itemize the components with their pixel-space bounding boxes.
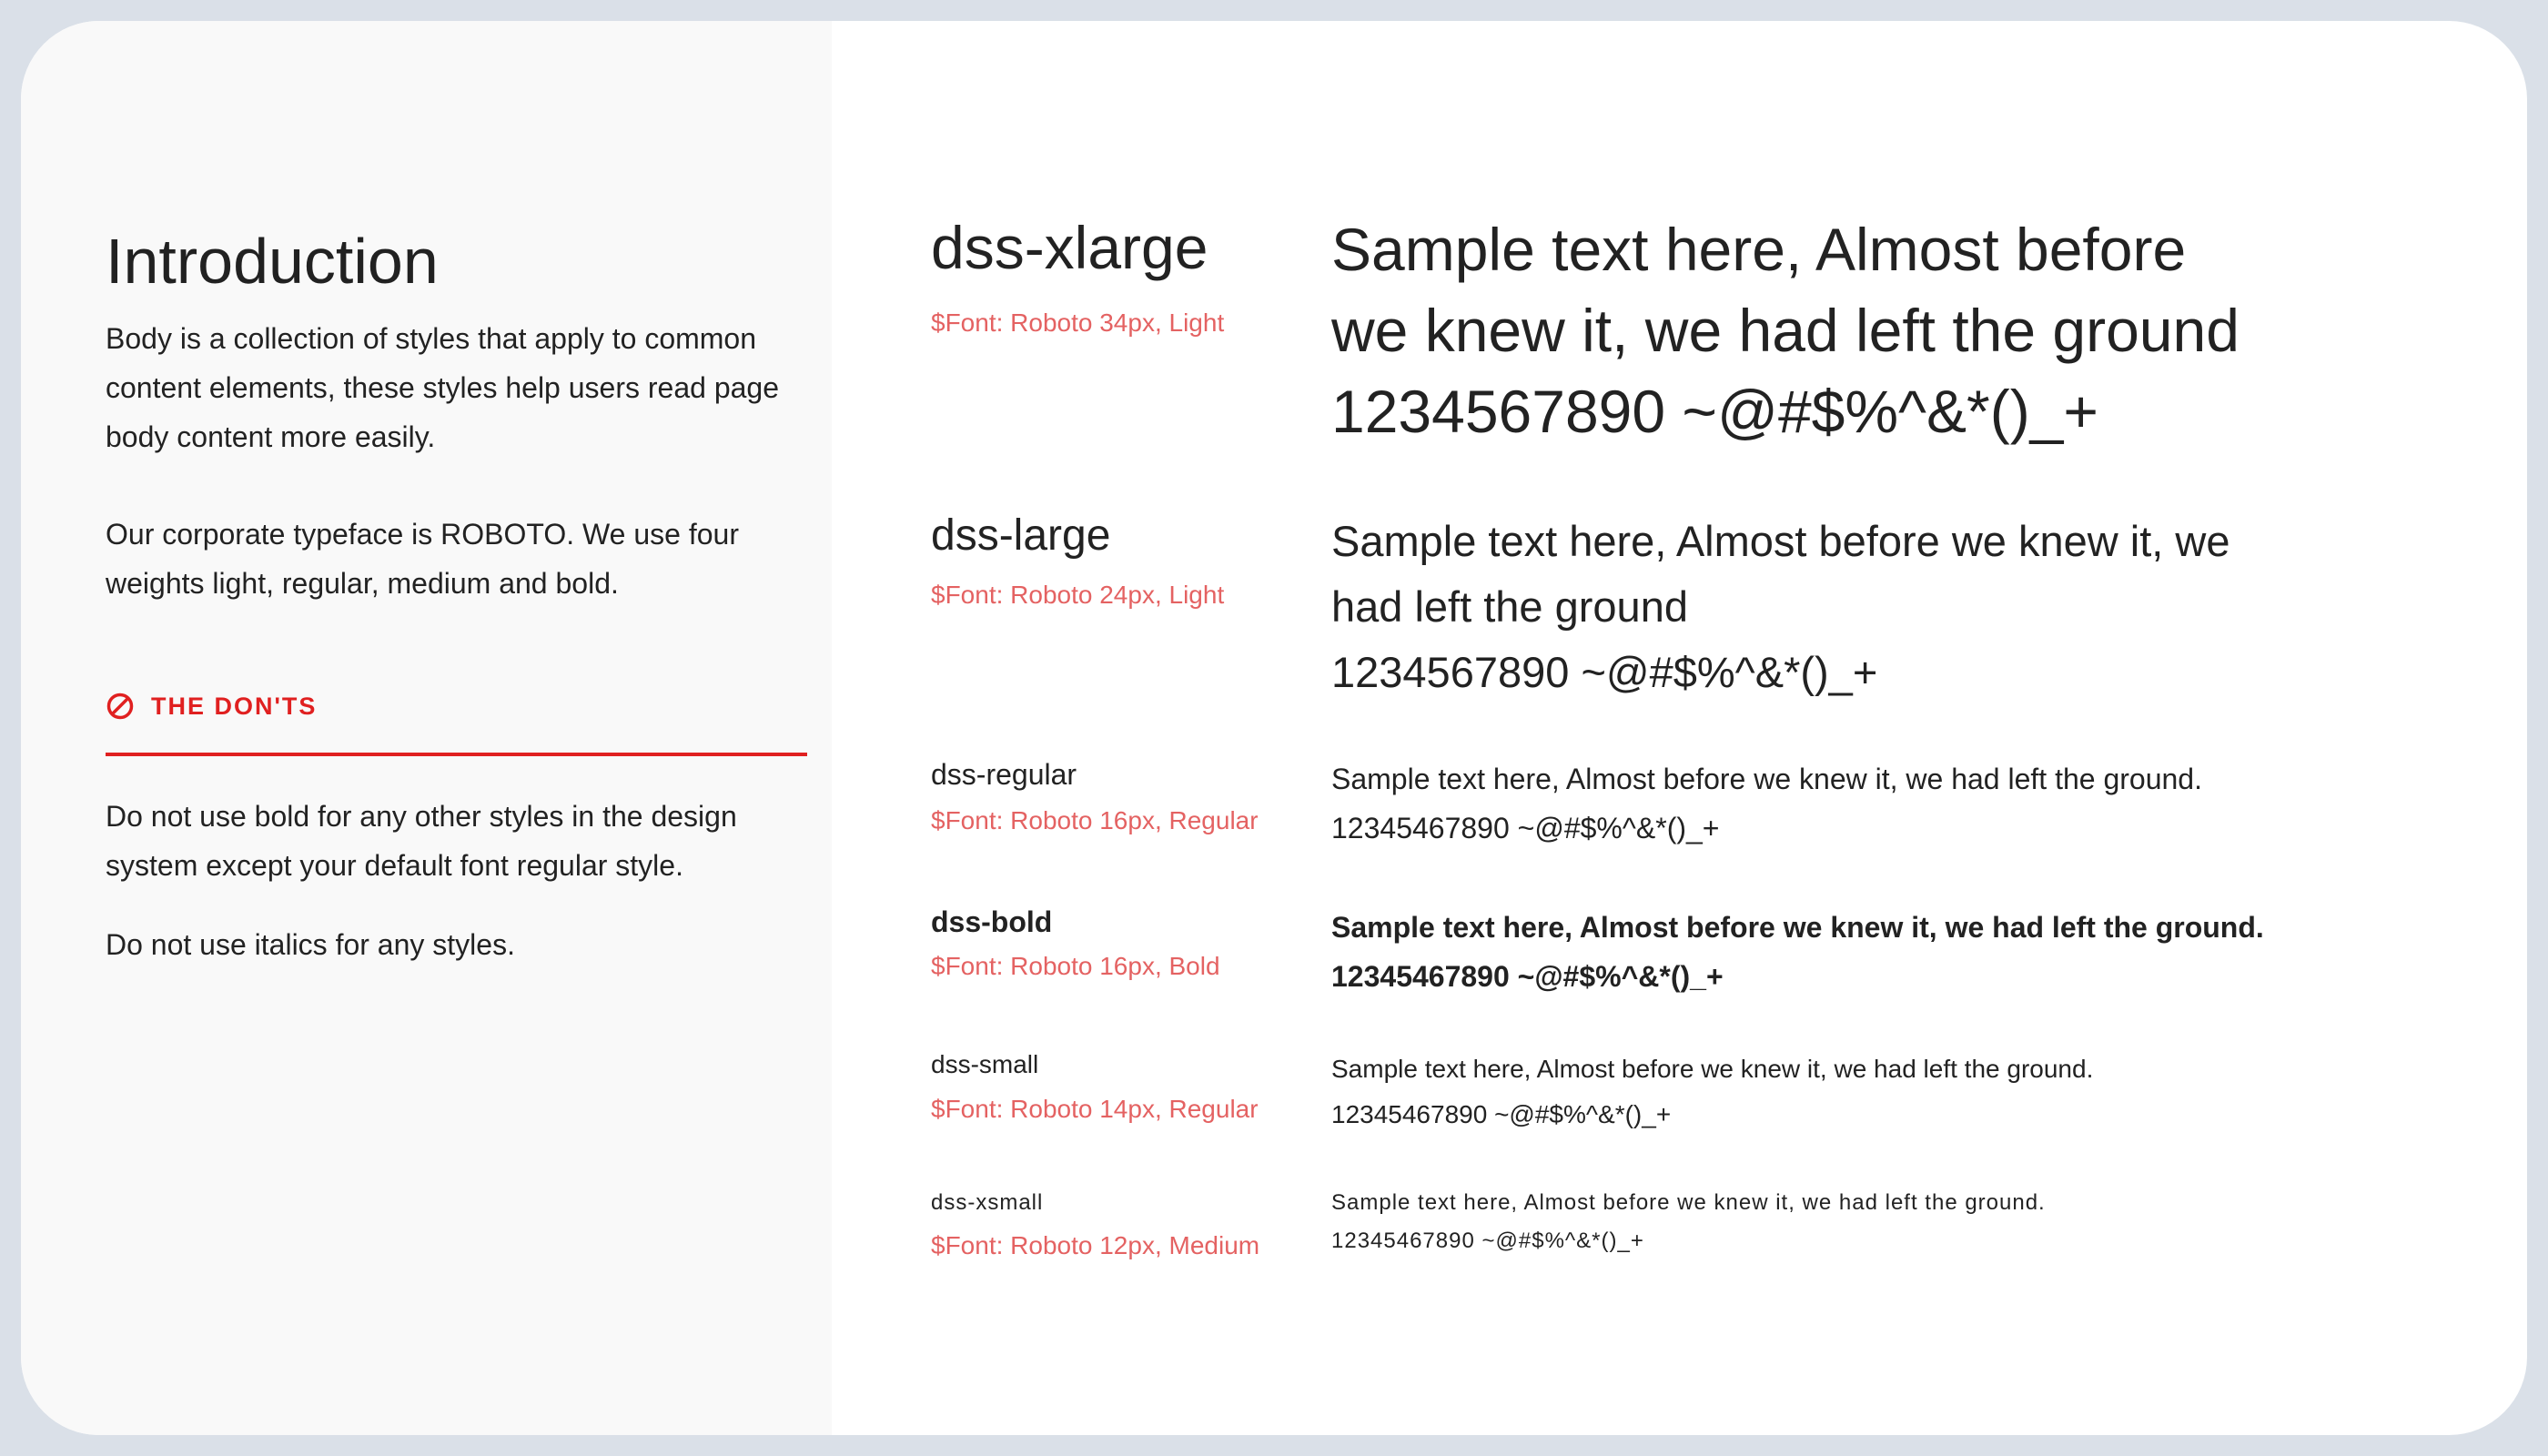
dont-rule-italics: Do not use italics for any styles. <box>106 928 515 961</box>
style-sample-regular: Sample text here, Almost before we knew … <box>1331 754 2296 853</box>
sample-line: Sample text here, Almost before we knew … <box>1331 1190 2046 1215</box>
style-sample-xsmall: Sample text here, Almost before we knew … <box>1331 1184 2296 1260</box>
sample-line: Sample text here, Almost before we knew … <box>1331 517 2230 565</box>
style-meta-small: $Font: Roboto 14px, Regular <box>931 1095 1259 1123</box>
style-meta-xsmall: $Font: Roboto 12px, Medium <box>931 1231 1260 1259</box>
donts-label: THE DON'TS <box>151 692 318 720</box>
style-name-xsmall: dss-xsmall <box>931 1190 1044 1215</box>
typography-card: Introduction Body is a collection of sty… <box>21 21 2527 1435</box>
style-sample-large: Sample text here, Almost before we knew … <box>1331 509 2296 705</box>
style-name-xlarge: dss-xlarge <box>931 214 1208 281</box>
sample-line: 1234567890 ~@#$%^&*()_+ <box>1331 378 2098 445</box>
donts-divider <box>106 753 807 756</box>
style-name-large: dss-large <box>931 511 1111 560</box>
prohibited-icon <box>106 693 134 720</box>
intro-panel: Introduction Body is a collection of sty… <box>21 21 832 1435</box>
sample-line: we knew it, we had left the ground <box>1331 297 2240 364</box>
sample-line: Sample text here, Almost before we knew … <box>1331 763 2202 795</box>
page-title: Introduction <box>106 226 439 297</box>
style-name-regular: dss-regular <box>931 758 1077 791</box>
dont-rule-bold: Do not use bold for any other styles in … <box>106 800 737 882</box>
donts-heading: THE DON'TS <box>106 692 317 721</box>
sample-line: 12345467890 ~@#$%^&*()_+ <box>1331 960 1724 993</box>
sample-line: had left the ground <box>1331 582 1688 631</box>
intro-paragraph: Body is a collection of styles that appl… <box>106 322 779 453</box>
typeface-paragraph: Our corporate typeface is ROBOTO. We use… <box>106 518 739 600</box>
style-meta-large: $Font: Roboto 24px, Light <box>931 581 1225 609</box>
style-sample-xlarge: Sample text here, Almost before we knew … <box>1331 209 2296 452</box>
sample-line: 12345467890 ~@#$%^&*()_+ <box>1331 1100 1672 1128</box>
style-meta-bold: $Font: Roboto 16px, Bold <box>931 952 1220 980</box>
style-meta-xlarge: $Font: Roboto 34px, Light <box>931 308 1225 337</box>
sample-line: Sample text here, Almost before <box>1331 216 2187 283</box>
style-name-bold: dss-bold <box>931 905 1053 938</box>
sample-line: Sample text here, Almost before we knew … <box>1331 1055 2094 1083</box>
style-name-small: dss-small <box>931 1050 1039 1078</box>
style-sample-bold: Sample text here, Almost before we knew … <box>1331 903 2296 1001</box>
style-sample-small: Sample text here, Almost before we knew … <box>1331 1046 2296 1138</box>
sample-line: 12345467890 ~@#$%^&*()_+ <box>1331 812 1720 844</box>
sample-line: 12345467890 ~@#$%^&*()_+ <box>1331 1228 1644 1253</box>
sample-line: 1234567890 ~@#$%^&*()_+ <box>1331 648 1878 696</box>
sample-line: Sample text here, Almost before we knew … <box>1331 911 2264 944</box>
style-meta-regular: $Font: Roboto 16px, Regular <box>931 806 1259 834</box>
